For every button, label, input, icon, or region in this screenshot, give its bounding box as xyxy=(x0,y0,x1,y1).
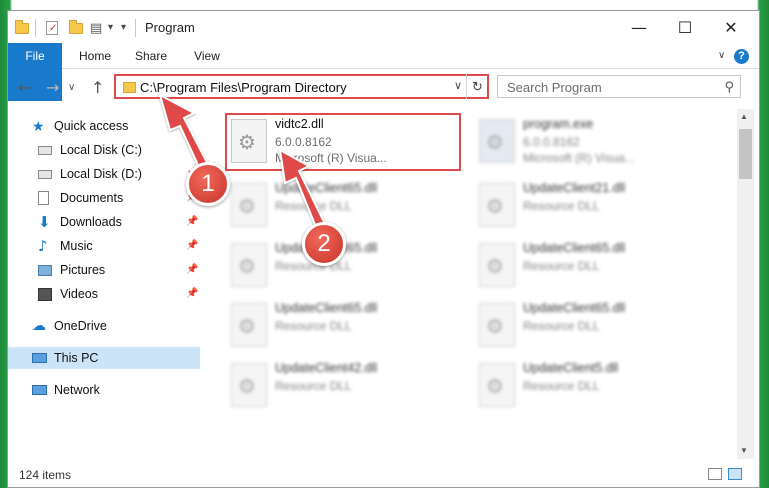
divider xyxy=(135,19,136,37)
file-version: 6.0.0.8162 xyxy=(523,135,580,149)
dll-file-icon xyxy=(479,183,515,227)
cloud-icon: ☁ xyxy=(32,318,46,334)
file-list: vidtc2.dll 6.0.0.8162 Microsoft (R) Visu… xyxy=(208,111,736,463)
refresh-button[interactable]: ↻ xyxy=(466,74,488,99)
dll-file-icon xyxy=(479,363,515,407)
help-icon[interactable]: ? xyxy=(734,49,749,64)
properties-icon[interactable]: ✓ xyxy=(46,21,58,35)
step-1-badge: 1 xyxy=(186,162,230,206)
file-description: Resource DLL xyxy=(275,199,352,213)
dll-file-icon xyxy=(231,303,267,347)
scroll-thumb[interactable] xyxy=(739,129,752,179)
pin-icon[interactable]: 📌 xyxy=(186,211,198,233)
quick-access-toolbar-dropdown-icon[interactable]: ▾ xyxy=(121,22,126,33)
file-description: Resource DLL xyxy=(275,319,352,333)
file-description: Microsoft (R) Visua... xyxy=(523,151,635,165)
file-description: Resource DLL xyxy=(523,259,600,273)
tab-view[interactable]: View xyxy=(182,43,232,69)
title-bar: ✓ ▤ ▾ ▾ Program — ☐ ✕ xyxy=(8,11,759,43)
large-icons-view-icon[interactable] xyxy=(728,468,742,480)
close-button[interactable]: ✕ xyxy=(708,11,754,43)
star-icon: ★ xyxy=(32,118,45,134)
scroll-up-icon[interactable]: ▲ xyxy=(740,112,748,121)
file-item[interactable]: UpdateClient65.dll Resource DLL xyxy=(227,299,463,357)
file-item-program-exe[interactable]: program.exe 6.0.0.8162 Microsoft (R) Vis… xyxy=(475,115,711,173)
pictures-icon xyxy=(38,265,52,276)
tab-home[interactable]: Home xyxy=(70,43,120,69)
minimize-button[interactable]: — xyxy=(616,11,662,43)
file-item[interactable]: UpdateClient42.dll Resource DLL xyxy=(227,359,463,417)
file-highlight-box xyxy=(225,113,461,171)
file-item[interactable]: UpdateClient5.dll Resource DLL xyxy=(475,359,711,417)
drive-icon xyxy=(38,170,52,179)
music-icon: ♪ xyxy=(38,237,48,255)
file-name: program.exe xyxy=(523,117,594,131)
file-name: UpdateClient21.dll xyxy=(523,181,626,195)
file-item[interactable]: UpdateClient65.dll Resource DLL xyxy=(475,239,711,297)
file-item[interactable]: UpdateClient65.dll Resource DLL xyxy=(475,299,711,357)
address-bar[interactable]: C:\Program Files\Program Directory ∨ ↻ xyxy=(114,74,489,99)
file-description: Resource DLL xyxy=(523,379,600,393)
search-icon: ⚲ xyxy=(724,79,734,94)
chevron-down-icon[interactable]: ▾ xyxy=(108,22,113,33)
dll-file-icon xyxy=(479,303,515,347)
file-name: UpdateClient65.dll xyxy=(523,301,626,315)
checkmark-icon: ✓ xyxy=(49,23,58,34)
up-button[interactable]: ↑ xyxy=(91,78,104,97)
folder-icon[interactable] xyxy=(14,20,30,36)
drive-icon xyxy=(38,146,52,155)
computer-icon xyxy=(32,353,47,363)
search-input[interactable]: Search Program xyxy=(507,80,602,95)
vertical-scrollbar[interactable]: ▲ ▼ xyxy=(737,109,754,459)
file-name: UpdateClient65.dll xyxy=(523,241,626,255)
file-explorer-window: ✓ ▤ ▾ ▾ Program — ☐ ✕ File Home Share Vi… xyxy=(7,10,760,488)
divider xyxy=(35,19,36,37)
dll-file-icon xyxy=(231,363,267,407)
videos-icon xyxy=(38,288,52,301)
dll-file-icon xyxy=(231,243,267,287)
file-item[interactable]: UpdateClient65.dll Resource DLL xyxy=(227,179,463,237)
recent-locations-dropdown[interactable]: ∨ xyxy=(68,82,75,93)
maximize-button[interactable]: ☐ xyxy=(662,11,708,43)
scroll-down-icon[interactable]: ▼ xyxy=(740,446,748,455)
item-count: 124 items xyxy=(19,468,72,482)
status-bar: 124 items xyxy=(8,463,759,487)
file-name: UpdateClient5.dll xyxy=(523,361,619,375)
address-path[interactable]: C:\Program Files\Program Directory xyxy=(140,80,347,95)
file-item[interactable]: UpdateClient21.dll Resource DLL xyxy=(475,179,711,237)
back-button[interactable]: ← xyxy=(18,78,31,97)
customize-view-icon[interactable]: ▤ xyxy=(90,20,106,36)
file-name: UpdateClient65.dll xyxy=(275,301,378,315)
exe-file-icon xyxy=(479,119,515,163)
ribbon-tabs: File Home Share View ∨ ? xyxy=(8,43,759,101)
download-icon: ⬇ xyxy=(38,213,51,231)
folder-icon xyxy=(123,82,136,93)
tab-share[interactable]: Share xyxy=(126,43,176,69)
step-2-badge: 2 xyxy=(302,222,346,266)
file-description: Resource DLL xyxy=(523,319,600,333)
window-title: Program xyxy=(145,20,195,35)
new-folder-icon[interactable] xyxy=(68,20,84,36)
dll-file-icon xyxy=(479,243,515,287)
file-description: Resource DLL xyxy=(523,199,600,213)
search-box[interactable]: Search Program ⚲ xyxy=(497,75,741,98)
pin-icon[interactable]: 📌 xyxy=(186,235,198,257)
details-view-icon[interactable] xyxy=(708,468,722,480)
network-icon xyxy=(32,385,47,395)
file-name: UpdateClient42.dll xyxy=(275,361,378,375)
address-dropdown-icon[interactable]: ∨ xyxy=(454,79,462,92)
pin-icon[interactable]: 📌 xyxy=(186,259,198,281)
navigation-bar: ← → ∨ ↑ C:\Program Files\Program Directo… xyxy=(8,69,759,105)
file-name: UpdateClient65.dll xyxy=(275,181,378,195)
forward-button[interactable]: → xyxy=(46,78,59,97)
file-description: Resource DLL xyxy=(275,379,352,393)
navigation-pane: ★ Quick access Local Disk (C:) Local Dis… xyxy=(8,111,201,463)
expand-ribbon-icon[interactable]: ∨ xyxy=(718,50,725,61)
documents-icon xyxy=(38,191,49,205)
dll-file-icon xyxy=(231,183,267,227)
pin-icon[interactable]: 📌 xyxy=(186,283,198,305)
